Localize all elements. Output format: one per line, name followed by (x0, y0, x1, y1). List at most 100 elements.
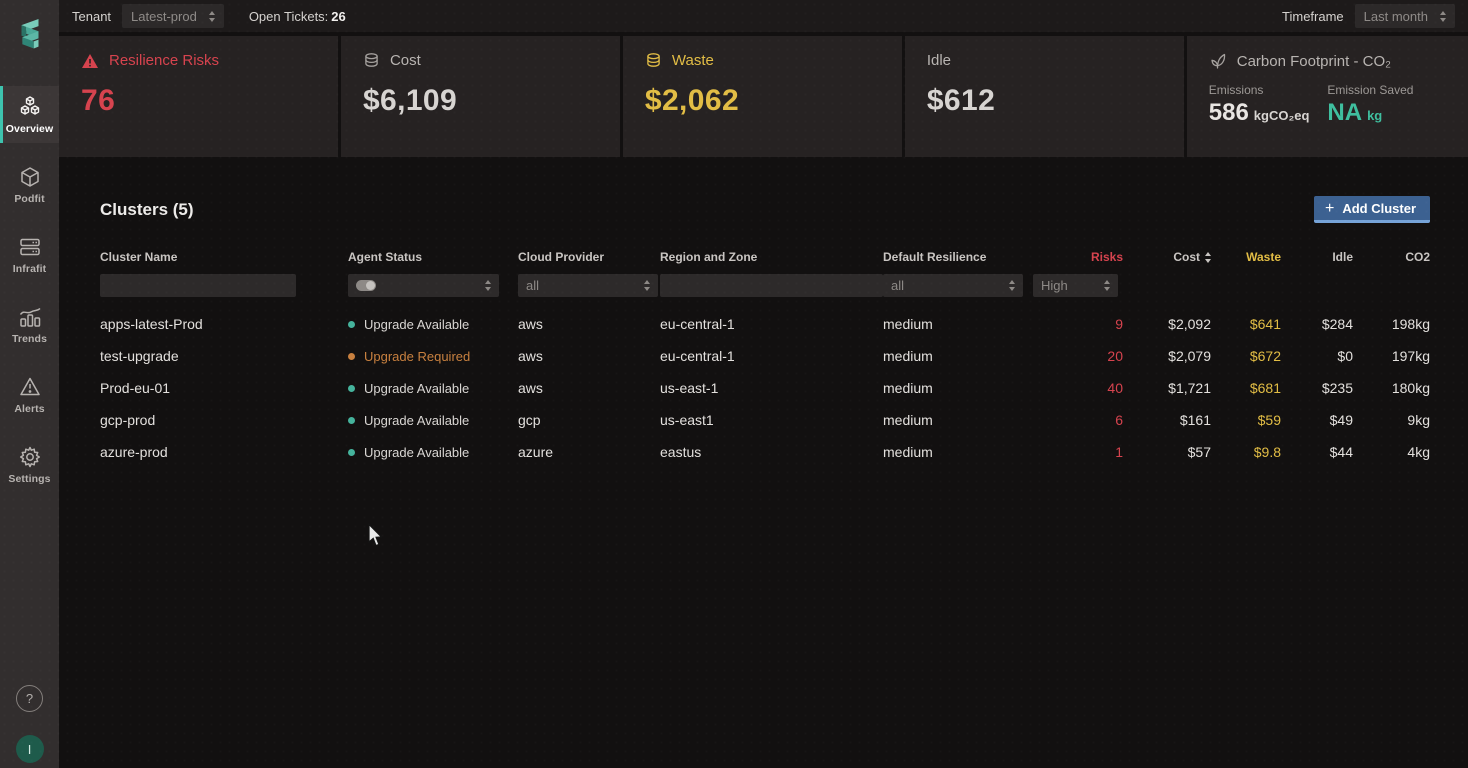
cloud-provider: aws (518, 380, 543, 396)
status-dot-icon (348, 352, 355, 360)
stepper-icon (1440, 10, 1446, 22)
cluster-name: apps-latest-Prod (100, 316, 203, 332)
tenant-select[interactable]: Latest-prod (122, 4, 224, 28)
sidebar-item-label: Overview (5, 123, 54, 135)
coins-icon (365, 53, 378, 67)
col-co2: CO2 (1405, 250, 1430, 264)
region-zone: us-east1 (660, 412, 714, 428)
page-title: Clusters (5) (100, 199, 194, 219)
card-cost[interactable]: Cost $6,109 (340, 36, 620, 157)
stepper-icon (1009, 280, 1015, 291)
default-resilience: medium (883, 444, 933, 460)
waste-value: $672 (1249, 348, 1281, 364)
agent-status: Upgrade Required (348, 349, 518, 364)
emission-saved-metric: Emission Saved NA kg (1327, 83, 1446, 127)
stepper-icon (1104, 280, 1110, 291)
col-default-resilience: Default Resilience (883, 250, 987, 264)
col-idle: Idle (1332, 250, 1353, 264)
status-dot-icon (348, 416, 355, 424)
metric-label: Emission Saved (1327, 83, 1414, 97)
sidebar-item-label: Infrafit (12, 263, 47, 275)
help-button[interactable]: ? (16, 685, 43, 712)
open-tickets-count: 26 (331, 8, 346, 24)
sidebar-bottom: ? I (15, 685, 44, 768)
cost-value: $2,092 (1168, 316, 1211, 332)
table-filter-row: all all High (100, 274, 1430, 297)
table-row[interactable]: gcp-prod Upgrade Available gcp us-east1 … (100, 404, 1430, 436)
card-idle[interactable]: Idle $612 (904, 36, 1184, 157)
stat-cards: Resilience Risks 76 Cost $6,109 Waste $2… (59, 36, 1468, 157)
user-avatar[interactable]: I (15, 735, 44, 763)
table-row[interactable]: Prod-eu-01 Upgrade Available aws us-east… (100, 372, 1430, 404)
risks-value: 1 (1115, 444, 1123, 460)
card-waste[interactable]: Waste $2,062 (622, 36, 902, 157)
risks-value: 40 (1107, 380, 1123, 396)
table-row[interactable]: test-upgrade Upgrade Required aws eu-cen… (100, 340, 1430, 372)
waste-value: $641 (1249, 316, 1281, 332)
card-title: Idle (926, 52, 951, 69)
cluster-name-filter-input[interactable] (100, 274, 296, 297)
waste-value: $681 (1249, 380, 1281, 396)
co2-value: 198kg (1391, 316, 1430, 332)
app-logo[interactable] (0, 0, 59, 72)
cost-value: $2,079 (1168, 348, 1211, 364)
cluster-name: gcp-prod (100, 412, 156, 428)
card-resilience-risks[interactable]: Resilience Risks 76 (59, 36, 338, 157)
plus-icon: + (1324, 199, 1335, 217)
col-cost[interactable]: Cost (1123, 250, 1211, 264)
sidebar-item-overview[interactable]: Overview (0, 86, 59, 143)
cloud-provider: azure (518, 444, 554, 460)
sidebar-item-label: Alerts (14, 403, 45, 415)
timeframe-label: Timeframe (1282, 8, 1344, 24)
resilience-filter-select[interactable]: all (883, 274, 1023, 297)
risks-filter-select[interactable]: High (1033, 274, 1118, 297)
region-zone: eu-central-1 (660, 348, 735, 364)
col-risks: Risks (1090, 250, 1123, 264)
card-title: Resilience Risks (109, 52, 220, 69)
region-zone: us-east-1 (660, 380, 719, 396)
open-tickets-label: Open Tickets: (248, 8, 329, 24)
sidebar: Overview Podfit Infrafit Trends Alerts S… (0, 0, 59, 768)
sidebar-item-alerts[interactable]: Alerts (0, 366, 59, 423)
cloud-provider-filter-select[interactable]: all (518, 274, 658, 297)
app-root: Overview Podfit Infrafit Trends Alerts S… (0, 0, 1468, 768)
col-cluster-name: Cluster Name (100, 250, 178, 264)
sidebar-item-infrafit[interactable]: Infrafit (0, 226, 59, 283)
cloud-provider: gcp (518, 412, 541, 428)
cluster-name: Prod-eu-01 (100, 380, 171, 396)
col-waste: Waste (1246, 250, 1281, 264)
region-filter-input[interactable] (660, 274, 883, 297)
waste-value: $9.8 (1253, 444, 1281, 460)
metric-value: 586 (1208, 99, 1249, 126)
tenant-label: Tenant (72, 8, 112, 24)
timeframe-select-value: Last month (1363, 8, 1428, 24)
agent-status: Upgrade Available (348, 445, 518, 460)
stepper-icon (644, 280, 650, 291)
timeframe-select[interactable]: Last month (1354, 4, 1455, 28)
sidebar-item-label: Trends (11, 333, 48, 345)
warning-triangle-icon (18, 375, 42, 399)
idle-value: $49 (1329, 412, 1353, 428)
table-body: apps-latest-Prod Upgrade Available aws e… (100, 308, 1430, 468)
cube-icon (18, 165, 42, 189)
sidebar-item-settings[interactable]: Settings (0, 436, 59, 493)
stepper-icon (208, 10, 215, 22)
agent-status-filter-select[interactable] (348, 274, 499, 297)
status-dot-icon (348, 320, 355, 328)
sidebar-item-trends[interactable]: Trends (0, 296, 59, 353)
cluster-name: azure-prod (100, 444, 168, 460)
metric-value: NA (1327, 99, 1363, 126)
default-resilience: medium (883, 412, 933, 428)
table-header-row: Cluster Name Agent Status Cloud Provider… (100, 250, 1430, 264)
table-row[interactable]: azure-prod Upgrade Available azure eastu… (100, 436, 1430, 468)
sidebar-item-podfit[interactable]: Podfit (0, 156, 59, 213)
agent-status: Upgrade Available (348, 317, 518, 332)
bar-chart-icon (18, 305, 42, 329)
card-value: 76 (81, 84, 116, 117)
table-row[interactable]: apps-latest-Prod Upgrade Available aws e… (100, 308, 1430, 340)
waste-value: $59 (1257, 412, 1281, 428)
warning-triangle-icon (82, 53, 98, 68)
add-cluster-button[interactable]: + Add Cluster (1313, 196, 1430, 223)
idle-value: $0 (1337, 348, 1353, 364)
card-carbon-footprint[interactable]: Carbon Footprint - CO₂ Emissions 586 kgC… (1186, 36, 1468, 157)
